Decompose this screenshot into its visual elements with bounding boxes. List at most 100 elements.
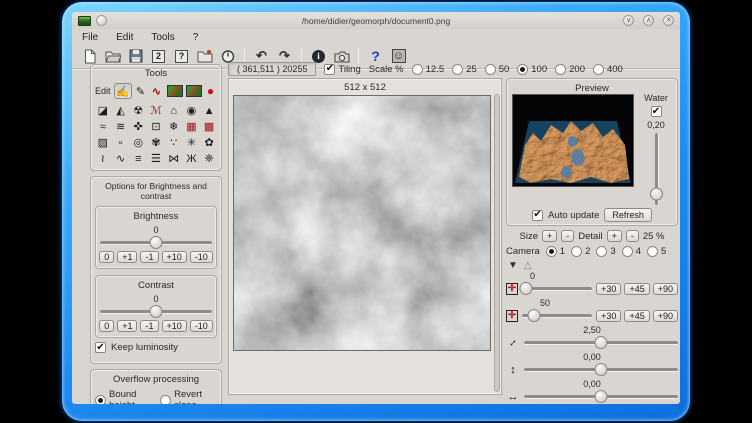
keep-luminosity-checkbox[interactable]: ✔ <box>95 342 106 353</box>
tool-slope-icon[interactable]: ◭ <box>112 103 130 118</box>
draw-tool-button[interactable]: ✍ <box>114 83 132 99</box>
contrast-minus1-button[interactable]: -1 <box>140 320 158 332</box>
detail-plus-button[interactable]: + <box>607 230 622 242</box>
keep-luminosity-toggle[interactable]: ✔ Keep luminosity <box>93 338 219 357</box>
camera-raise-icon[interactable]: △ <box>524 260 532 271</box>
rotate-x-slider[interactable] <box>522 282 592 295</box>
tool-strata-icon[interactable]: ☰ <box>147 151 165 166</box>
camera-5-option[interactable]: 5 <box>647 246 666 257</box>
tool-rosette-icon[interactable]: ✿ <box>200 135 218 150</box>
menu-edit[interactable]: Edit <box>116 32 133 43</box>
record-icon[interactable]: ● <box>205 84 217 99</box>
brightness-slider-knob[interactable] <box>150 236 163 249</box>
distance-slider[interactable] <box>524 336 678 349</box>
tool-curve1-icon[interactable]: ≀ <box>94 151 112 166</box>
tool-mm-pattern-icon[interactable]: ▦ <box>183 119 201 134</box>
tool-ridges-icon[interactable]: ≋ <box>112 119 130 134</box>
rotate-x-plus90-button[interactable]: +90 <box>653 283 678 295</box>
tiling-toggle[interactable]: ✔ Tiling <box>324 64 360 75</box>
pencil-icon[interactable]: ✎ <box>135 84 147 99</box>
brightness-slider[interactable] <box>100 236 212 249</box>
brightness-plus1-button[interactable]: +1 <box>117 251 137 263</box>
tool-symmetry-icon[interactable]: Ж <box>183 151 201 166</box>
contrast-plus10-button[interactable]: +10 <box>162 320 187 332</box>
size-minus-button[interactable]: - <box>561 230 574 242</box>
height-slider[interactable] <box>524 363 678 376</box>
height-knob[interactable] <box>595 363 608 376</box>
open-document-icon[interactable] <box>103 47 122 65</box>
contrast-slider[interactable] <box>100 305 212 318</box>
rotate-x-knob[interactable] <box>519 282 532 295</box>
camera-2-option[interactable]: 2 <box>571 246 590 257</box>
tiling-checkbox[interactable]: ✔ <box>324 64 335 75</box>
tool-move-icon[interactable]: ✜ <box>129 119 147 134</box>
line-wave-icon[interactable]: ∿ <box>150 84 164 99</box>
contrast-slider-knob[interactable] <box>150 305 163 318</box>
pan-knob[interactable] <box>595 390 608 403</box>
document-help-icon[interactable]: ? <box>172 47 191 65</box>
tool-radial-icon[interactable]: ◎ <box>129 135 147 150</box>
scale-option-25[interactable]: 25 <box>452 64 477 75</box>
contrast-plus1-button[interactable]: +1 <box>117 320 137 332</box>
tool-noise-icon[interactable]: ▨ <box>94 135 112 150</box>
rotate-x-plus45-button[interactable]: +45 <box>624 283 649 295</box>
tool-subdivide-icon[interactable]: ◪ <box>94 103 112 118</box>
scale-option-12.5[interactable]: 12.5 <box>412 64 445 75</box>
tool-cracks-icon[interactable]: ✳ <box>183 135 201 150</box>
auto-update-checkbox[interactable]: ✔ <box>532 210 543 221</box>
tool-weave-icon[interactable]: ⋈ <box>165 151 183 166</box>
contrast-minus10-button[interactable]: -10 <box>190 320 213 332</box>
water-checkbox[interactable]: ✔ <box>651 106 662 117</box>
tool-curve2-icon[interactable]: ∿ <box>112 151 130 166</box>
rotate-z-plus45-button[interactable]: +45 <box>624 310 649 322</box>
tool-crystal-icon[interactable]: ❄ <box>165 119 183 134</box>
tool-select-icon[interactable]: ⊡ <box>147 119 165 134</box>
water-slider[interactable] <box>650 133 663 205</box>
camera-4-option[interactable]: 4 <box>622 246 641 257</box>
open-recent-icon[interactable] <box>195 47 214 65</box>
brightness-plus10-button[interactable]: +10 <box>162 251 187 263</box>
camera-lower-icon[interactable]: ▼ <box>508 260 518 271</box>
save-icon[interactable] <box>126 47 145 65</box>
tool-flowers-icon[interactable]: ✾ <box>147 135 165 150</box>
rotate-z-plus30-button[interactable]: +30 <box>596 310 621 322</box>
tool-lattice-icon[interactable]: ❈ <box>200 151 218 166</box>
titlebar[interactable]: /home/didier/geomorph/document0.png ∨ ∧ … <box>72 12 680 29</box>
rotate-z-knob[interactable] <box>527 309 540 322</box>
brightness-minus1-button[interactable]: -1 <box>140 251 158 263</box>
water-slider-knob[interactable] <box>650 188 663 201</box>
terrain-3d-preview[interactable] <box>512 94 634 187</box>
tool-grid-pattern-icon[interactable]: ▩ <box>200 119 218 134</box>
revert-slope-option[interactable]: Revert slope <box>160 389 217 404</box>
heightmap-canvas[interactable] <box>233 95 491 351</box>
bound-height-option[interactable]: Bound height <box>95 389 154 404</box>
distance-knob[interactable] <box>595 336 608 349</box>
brightness-minus10-button[interactable]: -10 <box>190 251 213 263</box>
camera-3-option[interactable]: 3 <box>596 246 615 257</box>
tool-gauss-spot-icon[interactable]: ◉ <box>183 103 201 118</box>
contrast-0-button[interactable]: 0 <box>99 320 114 332</box>
tool-spray-icon[interactable]: ∵ <box>165 135 183 150</box>
menu-file[interactable]: File <box>82 32 98 43</box>
rotate-x-plus30-button[interactable]: +30 <box>596 283 621 295</box>
scale-option-400[interactable]: 400 <box>593 64 623 75</box>
camera-1-option[interactable]: 1 <box>546 246 565 257</box>
terrain-swatch2-icon[interactable] <box>186 85 202 97</box>
tool-terraces-icon[interactable]: ≡ <box>129 151 147 166</box>
scale-option-50[interactable]: 50 <box>485 64 510 75</box>
new-document-icon[interactable] <box>80 47 99 65</box>
detail-minus-button[interactable]: - <box>626 230 639 242</box>
clone-document-icon[interactable]: 2 <box>149 47 168 65</box>
terrain-swatch-icon[interactable] <box>167 85 183 97</box>
tool-waves-icon[interactable]: ≈ <box>94 119 112 134</box>
rotate-z-plus90-button[interactable]: +90 <box>653 310 678 322</box>
tool-mountain-icon[interactable]: ▲ <box>200 103 218 118</box>
pan-slider[interactable] <box>524 390 678 403</box>
scale-option-100[interactable]: 100 <box>517 64 547 75</box>
tool-buildings-icon[interactable]: ⌂ <box>165 103 183 118</box>
tool-fm-noise-icon[interactable]: ℳ <box>147 103 165 118</box>
tool-craters-icon[interactable]: ☢ <box>129 103 147 118</box>
tool-square-icon[interactable]: ▫ <box>112 135 130 150</box>
brightness-0-button[interactable]: 0 <box>99 251 114 263</box>
rotate-z-slider[interactable] <box>522 309 592 322</box>
